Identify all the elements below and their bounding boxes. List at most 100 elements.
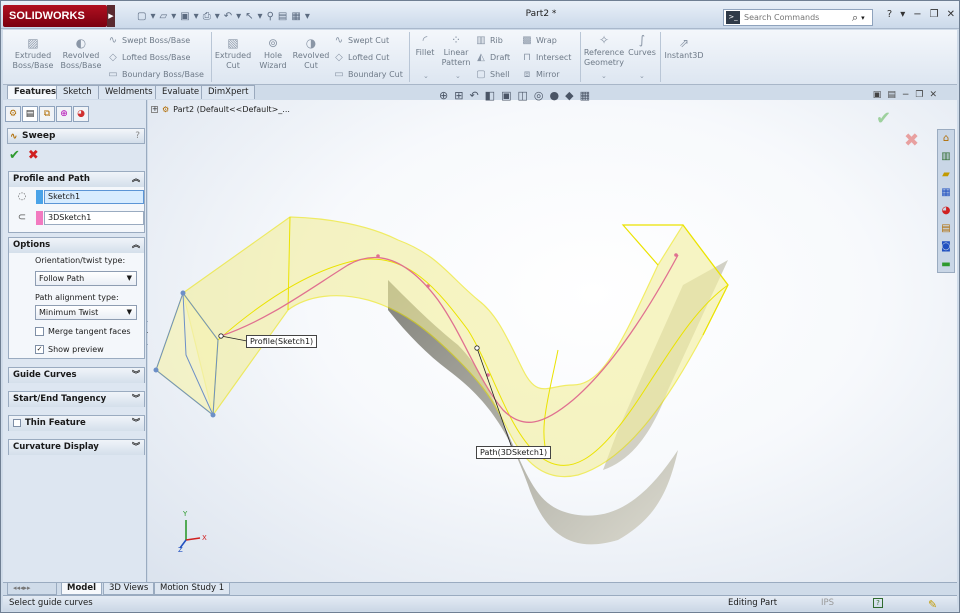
appearances-icon[interactable]: ◕ [938, 203, 954, 219]
file-properties-icon[interactable]: ▤ [278, 11, 287, 22]
collapse-icon[interactable]: ︽ [132, 238, 140, 252]
display-style-icon[interactable]: ◫ [517, 89, 527, 102]
restore-button[interactable]: ❐ [915, 90, 923, 100]
tree-item-part[interactable]: Part2 (Default<<Default>_... [173, 105, 290, 114]
chevron-down-icon[interactable]: ▾ [900, 9, 905, 20]
group-header[interactable]: Start/End Tangency ︾ [9, 392, 144, 407]
dropdown-arrow-icon[interactable]: ▾ [215, 11, 220, 22]
chevron-down-icon[interactable]: ▾ [861, 14, 865, 22]
thin-feature-group[interactable]: Thin Feature ︾ [8, 415, 145, 431]
apply-scene-icon[interactable]: ◆ [565, 89, 573, 102]
help-icon[interactable]: ? [887, 9, 892, 20]
extruded-boss-button[interactable]: ▨ Extruded Boss/Base [11, 36, 55, 71]
mirror-button[interactable]: ⧈ Mirror [521, 67, 560, 81]
dropdown-arrow-icon[interactable]: ▾ [236, 11, 241, 22]
new-document-icon[interactable]: ▢ [137, 11, 146, 22]
app-logo[interactable]: SOLIDWORKS [3, 5, 107, 27]
start-end-tangency-group[interactable]: Start/End Tangency ︾ [8, 391, 145, 407]
tab-model[interactable]: Model [61, 583, 103, 595]
minimize-button[interactable]: − [913, 9, 921, 20]
feature-tree-icon[interactable]: ⚙ [5, 106, 21, 122]
tab-features[interactable]: Features [7, 85, 64, 99]
display-manager-icon[interactable]: ◕ [73, 106, 89, 122]
dropdown-arrow-icon[interactable]: ▾ [194, 11, 199, 22]
view-settings-icon[interactable]: ▦ [580, 89, 590, 102]
close-button[interactable]: ✕ [929, 90, 937, 100]
rib-button[interactable]: ▥ Rib [475, 33, 503, 47]
tab-scroll-arrows[interactable]: ◂◂◂▸▸ [7, 583, 57, 595]
path-selection-box[interactable]: 3DSketch1 [44, 211, 144, 225]
undo-icon[interactable]: ↶ [224, 11, 232, 22]
edit-appearance-icon[interactable]: ● [549, 89, 559, 102]
file-explorer-icon[interactable]: ▰ [938, 167, 954, 183]
open-icon[interactable]: ▱ [159, 11, 167, 22]
show-preview-checkbox[interactable]: ✓ Show preview [35, 345, 104, 354]
instant3d-button[interactable]: ⇗ Instant3D [663, 36, 705, 61]
hide-show-items-icon[interactable]: ◎ [534, 89, 544, 102]
boundary-boss-button[interactable]: ▭ Boundary Boss/Base [107, 67, 204, 81]
shell-button[interactable]: ▢ Shell [475, 67, 509, 81]
select-icon[interactable]: ↖ [245, 11, 253, 22]
tile-icon[interactable]: ▣ [873, 90, 882, 100]
forum-icon[interactable]: ◙ [938, 239, 954, 255]
ok-confirmation-corner-icon[interactable]: ✔ [876, 108, 891, 129]
expand-icon[interactable]: + [151, 106, 158, 113]
view-palette-icon[interactable]: ▦ [938, 185, 954, 201]
extruded-cut-button[interactable]: ▧ Extruded Cut [213, 36, 253, 71]
curvature-display-group[interactable]: Curvature Display ︾ [8, 439, 145, 455]
chevron-down-icon[interactable]: ⌄ [639, 72, 645, 80]
expand-icon[interactable]: ︾ [132, 368, 140, 382]
dimxpert-manager-icon[interactable]: ⊕ [56, 106, 72, 122]
save-icon[interactable]: ▣ [180, 11, 189, 22]
boundary-cut-button[interactable]: ▭ Boundary Cut [333, 67, 403, 81]
group-header[interactable]: Profile and Path ︽ [9, 172, 144, 187]
group-header[interactable]: Curvature Display ︾ [9, 440, 144, 455]
search-commands[interactable]: >_ ⌕ ▾ [723, 9, 873, 26]
close-button[interactable]: ✕ [947, 9, 955, 20]
chevron-down-icon[interactable]: ⌄ [423, 72, 429, 80]
rebuild-icon[interactable]: ⚲ [267, 11, 274, 22]
swept-boss-button[interactable]: ∿ Swept Boss/Base [107, 33, 190, 47]
profile-selection-box[interactable]: Sketch1 [44, 190, 144, 204]
tab-weldments[interactable]: Weldments [98, 85, 160, 99]
merge-tangent-checkbox[interactable]: Merge tangent faces [35, 327, 131, 336]
view-orientation-icon[interactable]: ▣ [501, 89, 511, 102]
dropdown-arrow-icon[interactable]: ▾ [150, 11, 155, 22]
print-icon[interactable]: ⎙ [203, 11, 211, 22]
expand-icon[interactable]: ︾ [132, 416, 140, 430]
group-header[interactable]: Options ︽ [9, 238, 144, 253]
revolved-boss-button[interactable]: ◐ Revolved Boss/Base [59, 36, 103, 71]
intersect-button[interactable]: ⊓ Intersect [521, 50, 571, 64]
custom-properties-icon[interactable]: ▤ [938, 221, 954, 237]
alignment-select[interactable]: Minimum Twist ▼ [35, 305, 137, 320]
options-icon[interactable]: ▦ [291, 11, 300, 22]
hole-wizard-button[interactable]: ⊚ Hole Wizard [255, 36, 291, 71]
wrap-button[interactable]: ▩ Wrap [521, 33, 557, 47]
menu-arrow-icon[interactable]: ▶ [107, 5, 115, 27]
curves-button[interactable]: ∫ Curves [627, 33, 657, 58]
dropdown-arrow-icon[interactable]: ▾ [258, 11, 263, 22]
tab-sketch[interactable]: Sketch [56, 85, 99, 99]
restore-button[interactable]: ❐ [930, 9, 939, 20]
orientation-select[interactable]: Follow Path ▼ [35, 271, 137, 286]
minimize-button[interactable]: − [902, 90, 910, 100]
zoom-to-area-icon[interactable]: ⊞ [454, 89, 463, 102]
linear-pattern-button[interactable]: ⁘ Linear Pattern [439, 33, 473, 68]
group-header[interactable]: Thin Feature ︾ [9, 416, 144, 431]
help-icon[interactable]: ? [135, 129, 140, 143]
tab-3d-views[interactable]: 3D Views [103, 583, 155, 595]
expand-icon[interactable]: ︾ [132, 392, 140, 406]
dropdown-arrow-icon[interactable]: ▾ [171, 11, 176, 22]
guide-curves-group[interactable]: Guide Curves ︾ [8, 367, 145, 383]
swept-cut-button[interactable]: ∿ Swept Cut [333, 33, 389, 47]
path-callout[interactable]: Path(3DSketch1) [476, 446, 552, 459]
draft-button[interactable]: ◭ Draft [475, 50, 510, 64]
fillet-button[interactable]: ◜ Fillet [413, 33, 437, 58]
tab-motion-study[interactable]: Motion Study 1 [154, 583, 231, 595]
chevron-down-icon[interactable]: ⌄ [455, 72, 461, 80]
split-icon[interactable]: ▤ [887, 90, 896, 100]
solidworks-resources-icon[interactable]: ⌂ [938, 131, 954, 147]
rebuild-indicator-icon[interactable]: ✎ [928, 597, 937, 612]
search-input[interactable] [744, 13, 852, 22]
toolbox-icon[interactable]: ▬ [938, 257, 954, 273]
